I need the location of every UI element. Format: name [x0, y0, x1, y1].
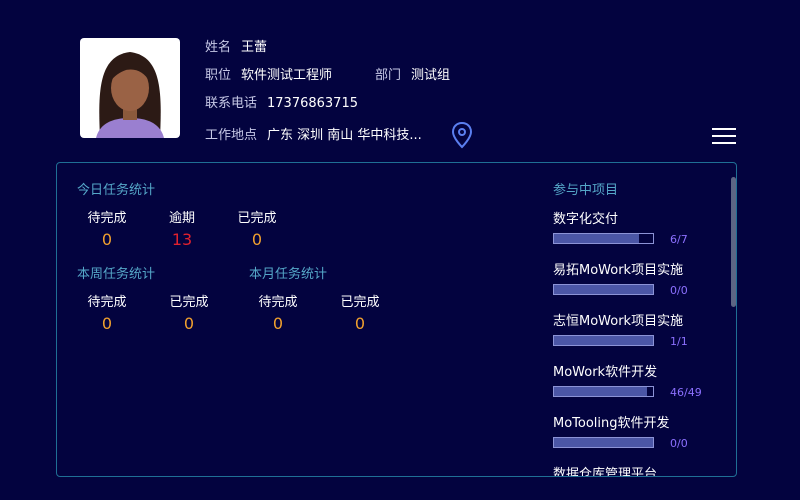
name-row: 姓名 王蕾 — [205, 36, 267, 55]
project-name[interactable]: 数字化交付 — [553, 208, 618, 227]
avatar — [80, 38, 180, 138]
project-progress-fill — [554, 336, 653, 345]
dept-value: 测试组 — [411, 68, 451, 83]
month-pending-label: 待完成 — [258, 295, 298, 310]
location-value: 广东 深圳 南山 华中科技... — [267, 128, 422, 143]
project-progress-text: 1/1 — [670, 335, 688, 348]
location-row: 工作地点 广东 深圳 南山 华中科技... — [205, 124, 422, 143]
today-pending-value[interactable]: 0 — [77, 230, 137, 249]
month-done-value[interactable]: 0 — [330, 314, 390, 333]
project-name[interactable]: MoWork软件开发 — [553, 361, 657, 380]
week-done-label: 已完成 — [169, 295, 209, 310]
project-progress-fill — [554, 387, 647, 396]
name-value: 王蕾 — [241, 40, 268, 55]
month-done-label: 已完成 — [340, 295, 380, 310]
position-row: 职位 软件测试工程师 — [205, 64, 332, 83]
project-progress-text: 0/0 — [670, 437, 688, 450]
today-overdue-value[interactable]: 13 — [152, 230, 212, 249]
month-title: 本月任务统计 — [249, 267, 328, 282]
position-label: 职位 — [205, 68, 232, 83]
project-progress-bar — [553, 386, 654, 397]
project-name[interactable]: MoTooling软件开发 — [553, 412, 670, 431]
project-progress-bar — [553, 335, 654, 346]
projects-title: 参与中项目 — [553, 183, 619, 198]
phone-value: 17376863715 — [267, 96, 358, 111]
project-progress-fill — [554, 285, 653, 294]
position-value: 软件测试工程师 — [241, 68, 333, 83]
dept-label: 部门 — [375, 68, 402, 83]
project-progress-text: 0/0 — [670, 284, 688, 297]
project-name[interactable]: 志恒MoWork项目实施 — [553, 310, 683, 329]
today-done-label: 已完成 — [237, 211, 277, 226]
today-title: 今日任务统计 — [77, 183, 156, 198]
week-title: 本周任务统计 — [77, 267, 156, 282]
project-progress-bar — [553, 437, 654, 448]
dept-row: 部门 测试组 — [375, 64, 450, 83]
today-overdue-label: 逾期 — [168, 211, 195, 226]
scrollbar[interactable] — [731, 177, 736, 307]
week-pending-value[interactable]: 0 — [77, 314, 137, 333]
week-pending-label: 待完成 — [87, 295, 127, 310]
project-progress-bar — [553, 284, 654, 295]
project-progress-text: 46/49 — [670, 386, 702, 399]
hamburger-menu-icon[interactable] — [712, 128, 736, 148]
avatar-female-icon — [96, 52, 164, 138]
project-progress-fill — [554, 234, 639, 243]
project-name[interactable]: 数据仓库管理平台 — [553, 463, 657, 476]
stats-panel: 今日任务统计 待完成 逾期 已完成 0 13 0 本周任务统计 本月任务统计 待… — [56, 162, 737, 477]
phone-row: 联系电话 17376863715 — [205, 92, 358, 111]
location-label: 工作地点 — [205, 128, 258, 143]
name-label: 姓名 — [205, 40, 232, 55]
map-pin-icon[interactable] — [451, 121, 473, 149]
project-progress-text: 6/7 — [670, 233, 688, 246]
project-name[interactable]: 易拓MoWork项目实施 — [553, 259, 683, 278]
phone-label: 联系电话 — [205, 96, 258, 111]
week-done-value[interactable]: 0 — [159, 314, 219, 333]
month-pending-value[interactable]: 0 — [248, 314, 308, 333]
project-progress-fill — [554, 438, 653, 447]
today-pending-label: 待完成 — [87, 211, 127, 226]
project-progress-bar — [553, 233, 654, 244]
today-done-value[interactable]: 0 — [227, 230, 287, 249]
